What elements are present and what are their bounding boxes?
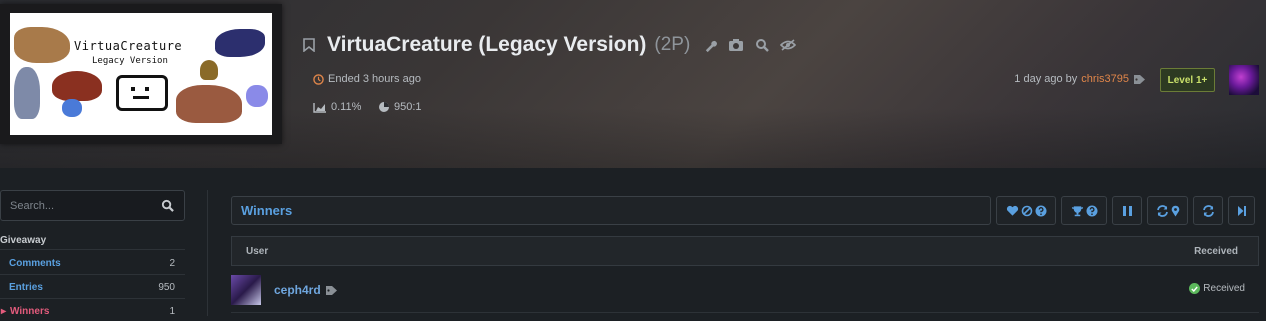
clock-icon [313,73,324,85]
question-icon [1086,205,1097,216]
sidebar-item-label: Winners [9,306,49,317]
check-icon [1189,283,1201,294]
sidebar-divider [0,249,185,250]
heart-icon [1006,205,1018,216]
question-icon [1035,205,1046,216]
trophy-filter-button[interactable] [1061,196,1107,225]
entry-ratio: 950:1 [378,101,422,113]
wrench-icon[interactable] [702,37,718,53]
title-icon-group [702,37,797,53]
creator-avatar[interactable] [1229,65,1259,95]
chance-value: 0.11% [331,101,362,113]
creature-art [200,60,218,80]
tag-icon[interactable] [1133,74,1146,85]
level-badge: Level 1+ [1160,68,1215,92]
sync-location-button[interactable] [1147,196,1188,225]
search-icon[interactable] [161,199,174,212]
sidebar-heading: Giveaway [0,235,47,246]
sidebar-divider [0,298,185,299]
creature-art [14,67,40,119]
camera-icon[interactable] [728,37,744,53]
filter-button[interactable] [996,196,1056,225]
creature-art [14,27,70,63]
column-header-received[interactable]: Received [1194,246,1238,257]
ratio-value: 950:1 [394,101,422,113]
thumbnail-title: VirtuaCreature [74,39,183,53]
refresh-button[interactable] [1193,196,1223,225]
creature-art [52,71,102,101]
area-chart-icon [313,102,326,113]
sidebar-item-label: Entries [9,281,43,293]
creator-info: 1 day ago by chris3795 [1014,73,1146,85]
pause-button[interactable] [1112,196,1142,225]
column-header-user[interactable]: User [246,246,268,257]
sync-icon [1156,204,1168,217]
trophy-icon [1071,205,1083,216]
sidebar-item-winners[interactable]: Winners 1 [0,301,185,321]
received-status: Received [1189,283,1245,294]
skip-icon [1237,205,1246,216]
winner-user: ceph4rd [274,283,338,297]
ended-text: Ended 3 hours ago [328,73,421,85]
tag-icon[interactable] [325,285,338,296]
winner-username[interactable]: ceph4rd [274,283,321,297]
skip-button[interactable] [1228,196,1255,225]
win-chance: 0.11% [313,101,361,113]
table-header: User Received [231,236,1259,266]
created-text: 1 day ago by [1014,73,1078,85]
creator-link[interactable]: chris3795 [1081,73,1129,85]
magnifier-icon[interactable] [754,37,770,53]
search-input[interactable]: Search... [0,190,185,221]
creature-art [246,85,268,107]
sidebar-item-comments[interactable]: Comments 2 [0,253,185,273]
sidebar-item-count: 1 [169,305,175,317]
sidebar-item-count: 950 [158,281,175,293]
ended-status: Ended 3 hours ago [313,73,421,85]
sidebar-item-entries[interactable]: Entries 950 [0,277,185,297]
received-text: Received [1203,283,1245,294]
user-avatar[interactable] [231,275,261,305]
refresh-icon [1202,204,1214,217]
search-placeholder: Search... [10,199,55,212]
thumbnail-subtitle: Legacy Version [92,56,168,66]
game-thumbnail[interactable]: VirtuaCreature Legacy Version [10,13,272,135]
eye-slash-icon[interactable] [780,37,797,53]
title-row: VirtuaCreature (Legacy Version) (2P) [303,30,797,60]
bookmark-icon[interactable] [303,38,315,52]
sidebar-divider [0,274,185,275]
creature-art [215,29,265,57]
giveaway-points: (2P) [654,34,691,55]
map-pin-icon [1171,205,1179,216]
ban-icon [1021,205,1032,216]
creature-face [116,75,168,111]
table-row: ceph4rd Received [231,272,1259,313]
pause-icon [1122,205,1132,216]
sidebar-item-count: 2 [169,257,175,269]
pie-chart-icon [379,102,389,112]
sidebar-separator [207,190,208,316]
game-title[interactable]: VirtuaCreature (Legacy Version) [327,33,646,57]
creature-art [62,99,82,117]
game-thumbnail-frame[interactable]: VirtuaCreature Legacy Version [0,4,282,144]
creature-art [176,85,242,123]
sidebar-item-label: Comments [9,257,61,269]
section-title: Winners [231,196,991,225]
